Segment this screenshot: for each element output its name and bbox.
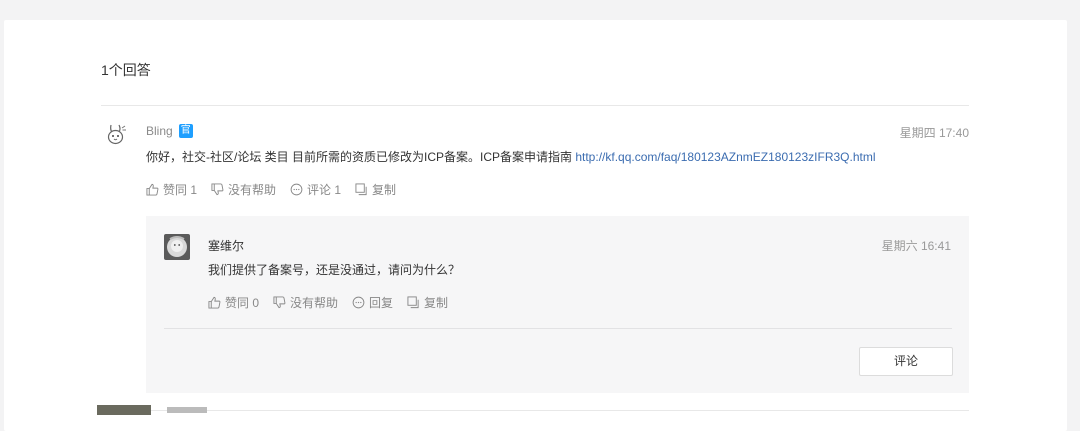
copy-label: 复制	[372, 183, 397, 197]
header-divider	[101, 105, 969, 106]
copy-button[interactable]: 复制	[355, 181, 396, 198]
author-name[interactable]: Bling	[146, 124, 173, 138]
answer-time: 星期四 17:40	[899, 126, 969, 140]
answers-card: 1个回答 Bling 官 星期四 17:40 你好，社交-社区/论坛 类目 目前…	[4, 20, 1067, 431]
reply-time: 星期六 16:41	[881, 239, 951, 253]
guide-link[interactable]: http://kf.qq.com/faq/180123AZnmEZ180123z…	[575, 150, 875, 164]
comment-bubble-icon	[290, 183, 303, 196]
comment-bubble-icon	[352, 296, 365, 309]
agree-button[interactable]: 赞同 1	[146, 181, 197, 198]
reply-author[interactable]: 塞维尔	[208, 237, 244, 254]
comment-button[interactable]: 评论 1	[290, 181, 341, 198]
unhelpful-label: 没有帮助	[228, 183, 277, 197]
reply-unhelpful-label: 没有帮助	[290, 296, 339, 310]
thumbs-up-icon	[146, 183, 159, 196]
thumbs-down-icon	[211, 183, 224, 196]
avatar-image-icon	[164, 234, 190, 260]
answer-divider	[101, 410, 969, 411]
answer-author: Bling 官	[146, 124, 193, 138]
reply-reply-label: 回复	[369, 296, 394, 310]
reply-unhelpful-button[interactable]: 没有帮助	[273, 294, 338, 311]
answer-body: 你好，社交-社区/论坛 类目 目前所需的资质已修改为ICP备案。ICP备案申请指…	[146, 150, 576, 164]
reply-agree-label: 赞同 0	[225, 296, 260, 310]
reply-agree-button[interactable]: 赞同 0	[208, 294, 259, 311]
reply-section: 塞维尔 星期六 16:41 我们提供了备案号，还是没通过，请问为什么？ 赞同 0…	[146, 216, 969, 393]
official-badge-icon: 官	[178, 124, 193, 138]
reply-copy-label: 复制	[424, 296, 449, 310]
agree-label: 赞同 1	[163, 183, 198, 197]
thumbs-up-icon	[208, 296, 221, 309]
avatar-bunny-icon	[107, 124, 126, 145]
reply-copy-button[interactable]: 复制	[407, 294, 448, 311]
comment-submit-button[interactable]: 评论	[859, 347, 953, 376]
unhelpful-button[interactable]: 没有帮助	[211, 181, 276, 198]
answer-actions: 赞同 1 没有帮助 评论 1 复制	[146, 181, 396, 198]
comment-label: 评论 1	[307, 183, 342, 197]
next-answer-avatar[interactable]	[97, 405, 151, 415]
copy-icon	[407, 296, 419, 309]
reply-text: 我们提供了备案号，还是没通过，请问为什么？	[208, 263, 461, 277]
next-answer-author	[167, 407, 207, 413]
reply-divider	[164, 328, 952, 329]
thumbs-down-icon	[273, 296, 286, 309]
reply-reply-button[interactable]: 回复	[352, 294, 393, 311]
reply-actions: 赞同 0 没有帮助 回复 复制	[208, 294, 448, 311]
answer-count: 1个回答	[101, 62, 151, 78]
copy-icon	[355, 183, 367, 196]
reply-avatar[interactable]	[164, 234, 190, 260]
avatar[interactable]	[104, 122, 128, 146]
answer-text: 你好，社交-社区/论坛 类目 目前所需的资质已修改为ICP备案。ICP备案申请指…	[146, 148, 876, 165]
